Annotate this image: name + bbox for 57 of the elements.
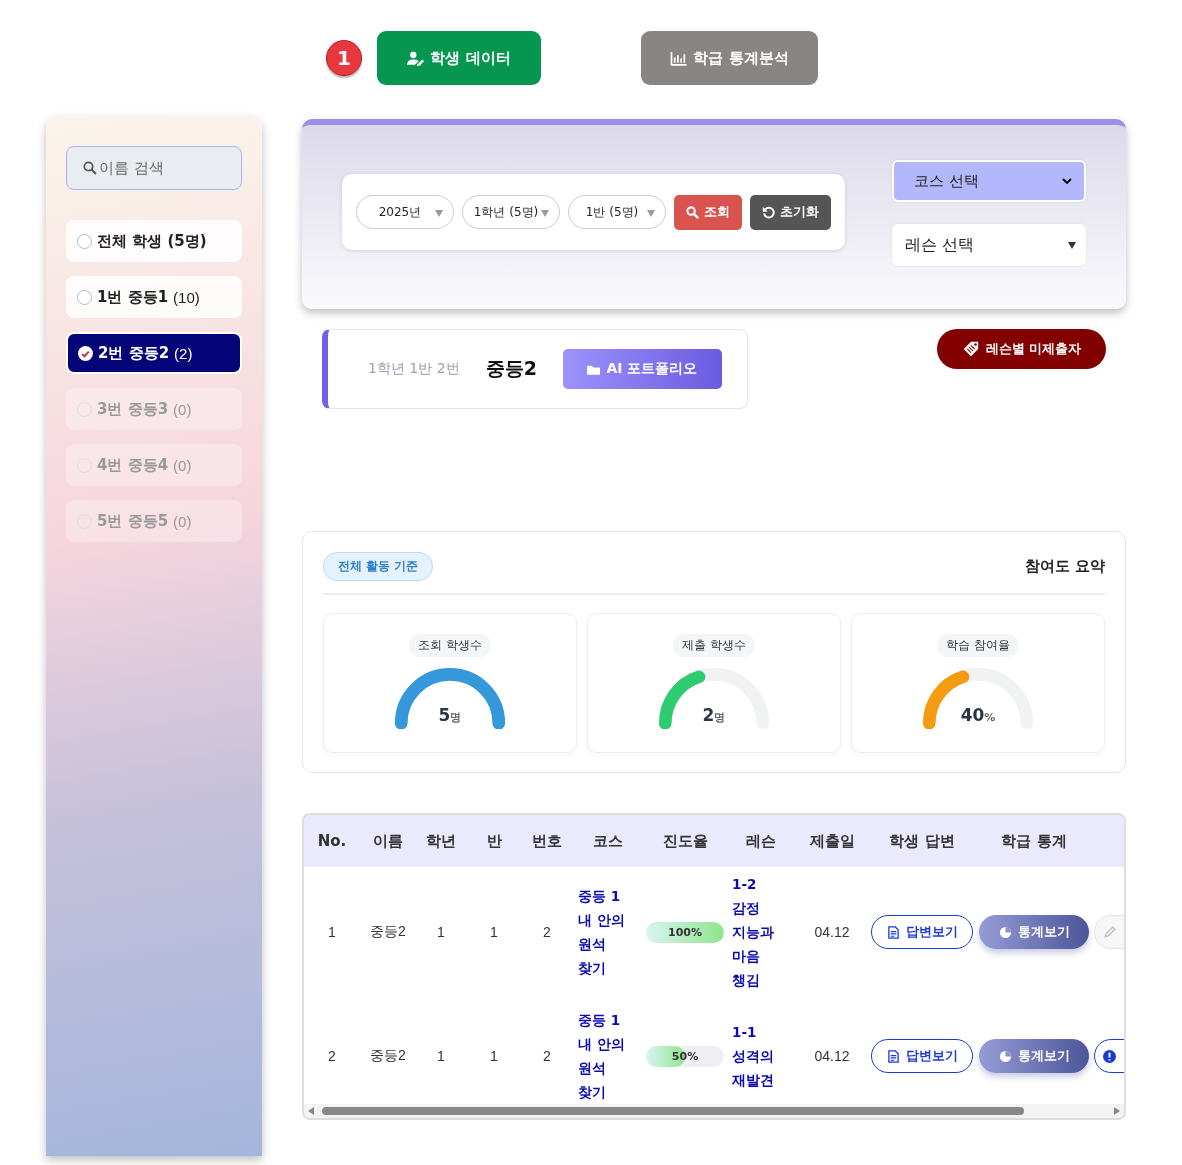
lesson-link[interactable]: 1-2 감정 지능과 마음 챙김 [732,872,780,992]
column-header: 제출일 [796,815,868,867]
column-header: 학년 [416,815,466,867]
column-header: No. [304,815,360,867]
missing-submissions-button[interactable]: 레슨별 미제출자 [937,329,1106,369]
gauge-value: 5명 [438,705,462,725]
student-info: 1학년 1반 2번 [368,360,460,378]
student-name: 중등2 [485,356,537,381]
gauge-value: 2명 [702,705,726,725]
portfolio-button[interactable]: AI 포트폴리오 [562,349,722,389]
gauge-label: 제출 학생수 [673,634,755,657]
search-field[interactable]: 이름 검색 [66,146,242,190]
view-stats-button[interactable]: 통계보기 [979,915,1089,949]
scope-tag: 전체 활동 기준 [323,552,434,581]
table-cell-text: 중등2 [369,1046,407,1065]
column-header: 이름 [360,815,416,867]
view-stats-button[interactable]: 통계보기 [979,1039,1089,1073]
progress-bar: 100% [646,921,724,943]
column-header: 반 [466,815,522,867]
table-cell-text: 1 [436,1047,446,1066]
lesson-link[interactable]: 1-1 성격의 재발견 [732,1020,780,1092]
table-cell: 중등2 [360,867,416,997]
column-header: 진도율 [644,815,726,867]
progress-bar: 50% [646,1045,724,1067]
class-list-item[interactable]: 1번 중등1 (10) [66,276,242,318]
column-header: 번호 [522,815,572,867]
gauge-value: 40% [960,705,996,725]
class-list-item[interactable]: 2번 중등2 (2) [66,332,242,374]
select-field[interactable]: 코스 선택 [892,160,1086,202]
course-link[interactable]: 중등 1 내 안의 원석 찾기 [578,884,630,980]
course-link[interactable]: 중등 1 내 안의 원석 찾기 [578,1008,630,1104]
step-badge: 1 [326,40,362,76]
column-header: 학급 통계 [976,815,1092,867]
select-field[interactable]: 레슨 선택 [892,224,1086,266]
gauge-label: 학습 참여율 [937,634,1019,657]
column-header: 코스 [572,815,644,867]
table-cell-text: 2 [542,1047,552,1066]
table-cell: 04.12 [796,867,868,997]
search-button[interactable]: 조회 [674,194,742,230]
table-cell: 1 [416,867,466,997]
table-cell: 1 [304,867,360,997]
gauge-label: 조회 학생수 [409,634,491,657]
table-cell: 2 [522,867,572,997]
nav-tab[interactable]: 학급 통계분석 [641,31,818,85]
table-cell-text: 04.12 [813,1047,851,1066]
column-header: 레슨 [726,815,796,867]
search-input[interactable]: 이름 검색 [97,158,231,178]
table-cell-text: 2 [327,1047,337,1066]
table-cell-text: 1 [489,1047,499,1066]
view-answer-button[interactable]: 답변보기 [871,1039,973,1073]
column-header: 학생 답변 [868,815,976,867]
view-answer-button[interactable]: 답변보기 [871,915,973,949]
table-cell: 1 [466,867,522,997]
class-list-item[interactable]: 전체 학생 (5명) [66,220,242,262]
reset-button[interactable]: 초기화 [750,194,831,230]
summary-title: 참여도 요약 [1024,557,1105,576]
nav-tab[interactable]: 학생 데이터 [377,31,541,85]
